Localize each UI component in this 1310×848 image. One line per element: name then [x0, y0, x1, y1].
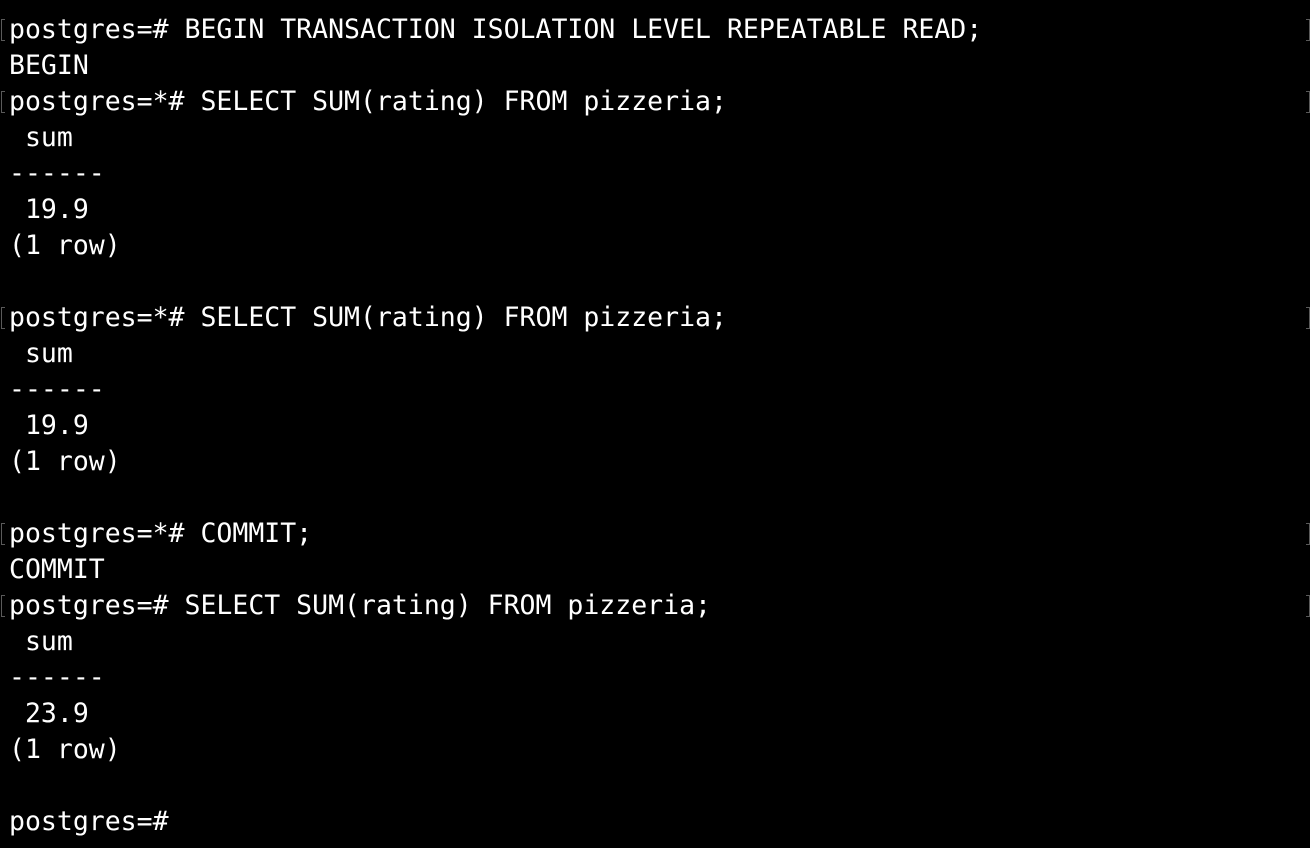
command-line-commit: postgres=*# COMMIT; — [9, 518, 313, 549]
prompt-mark-left — [1, 595, 5, 617]
output-line: COMMIT — [9, 554, 105, 585]
prompt-mark-left — [1, 523, 5, 545]
result-column-header: sum — [9, 338, 73, 369]
prompt-mark-right — [1306, 523, 1310, 545]
result-column-header: sum — [9, 122, 73, 153]
result-row-count: (1 row) — [9, 446, 121, 477]
result-separator: ------ — [9, 374, 105, 405]
result-column-header: sum — [9, 626, 73, 657]
result-row-count: (1 row) — [9, 230, 121, 261]
command-line-select: postgres=*# SELECT SUM(rating) FROM pizz… — [9, 302, 727, 333]
output-line: BEGIN — [9, 50, 89, 81]
result-row-count: (1 row) — [9, 734, 121, 765]
result-separator: ------ — [9, 662, 105, 693]
result-separator: ------ — [9, 158, 105, 189]
prompt-mark-right — [1306, 91, 1310, 113]
command-line-select: postgres=# SELECT SUM(rating) FROM pizze… — [9, 590, 711, 621]
result-value: 19.9 — [9, 410, 89, 441]
prompt-mark-left — [1, 307, 5, 329]
prompt-mark-right — [1306, 307, 1310, 329]
prompt-mark-left — [1, 91, 5, 113]
current-prompt[interactable]: postgres=# — [9, 804, 185, 840]
command-line-select: postgres=*# SELECT SUM(rating) FROM pizz… — [9, 86, 727, 117]
result-value: 23.9 — [9, 698, 89, 729]
result-value: 19.9 — [9, 194, 89, 225]
prompt-mark-right — [1306, 19, 1310, 41]
terminal-window[interactable]: postgres=# BEGIN TRANSACTION ISOLATION L… — [0, 0, 1310, 848]
prompt-mark-left — [1, 19, 5, 41]
prompt-mark-right — [1306, 595, 1310, 617]
command-line-begin: postgres=# BEGIN TRANSACTION ISOLATION L… — [9, 14, 983, 45]
